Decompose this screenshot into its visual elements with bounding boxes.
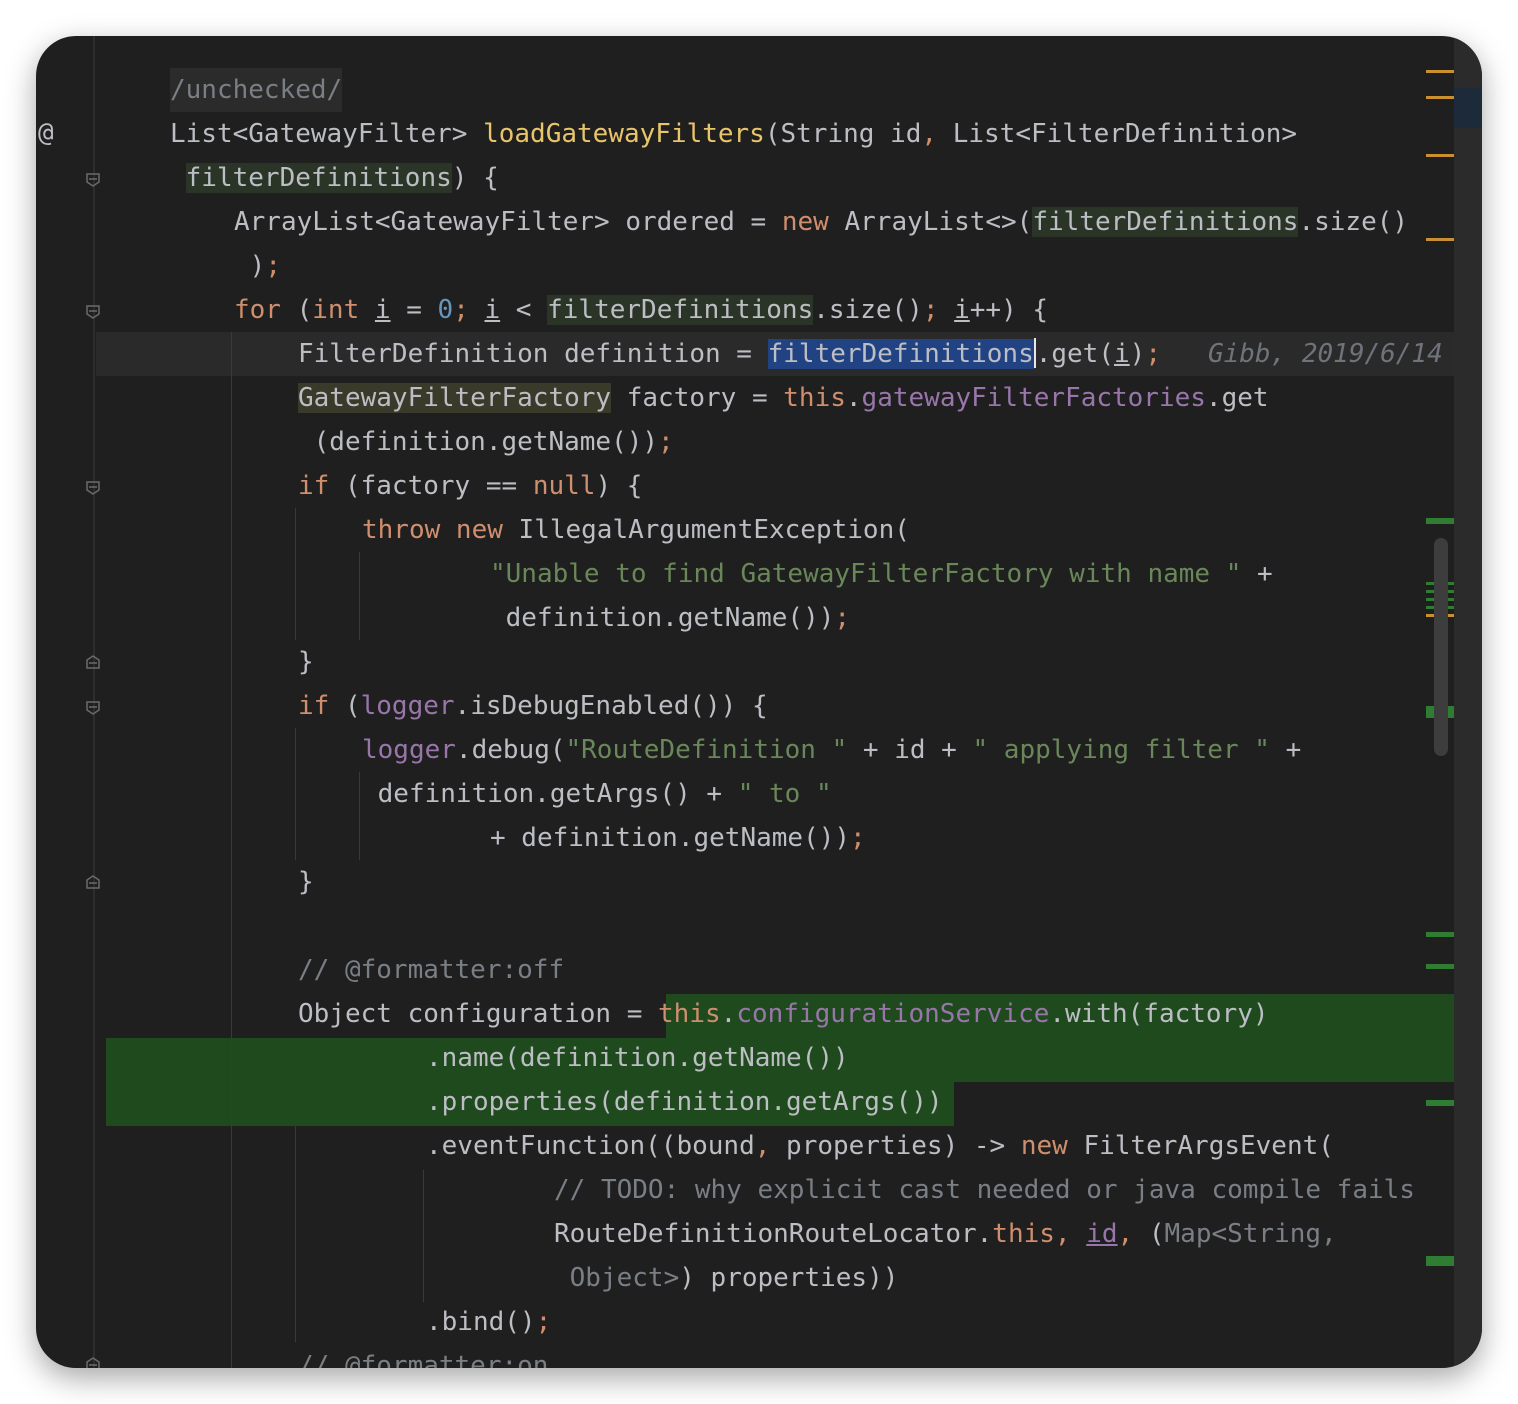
code-token: GatewayFilterFactory factory = this.gate…: [298, 383, 1269, 413]
code-token: );: [234, 251, 281, 281]
code-line[interactable]: // @formatter:off: [36, 948, 1454, 992]
code-line[interactable]: + definition.getName());: [36, 816, 1454, 860]
code-line[interactable]: logger.debug("RouteDefinition " + id + "…: [36, 728, 1454, 772]
code-line[interactable]: filterDefinitions) {: [36, 156, 1454, 200]
code-line[interactable]: if (factory == null) {: [36, 464, 1454, 508]
code-line[interactable]: .eventFunction((bound, properties) -> ne…: [36, 1124, 1454, 1168]
code-line[interactable]: }: [36, 640, 1454, 684]
blame-annotation[interactable]: Gibb, 2019/6/14: [1208, 339, 1443, 369]
code-line[interactable]: // @formatter:on: [36, 1344, 1454, 1368]
code-line[interactable]: if (logger.isDebugEnabled()) {: [36, 684, 1454, 728]
code-editor[interactable]: @ /unchecked/ List<GatewayFilter> loadGa…: [36, 36, 1482, 1368]
code-comment: // @formatter:off: [298, 955, 565, 985]
code-line[interactable]: "Unable to find GatewayFilterFactory wit…: [36, 552, 1454, 596]
code-token: if (factory == null) {: [298, 471, 643, 501]
code-token: "Unable to find GatewayFilterFactory wit…: [490, 559, 1273, 589]
code-token: List<GatewayFilter> loadGatewayFilters(S…: [170, 119, 1298, 149]
warning-marker[interactable]: [1426, 154, 1454, 157]
code-line[interactable]: .bind();: [36, 1300, 1454, 1344]
code-line[interactable]: ArrayList<GatewayFilter> ordered = new A…: [36, 200, 1454, 244]
warning-marker[interactable]: [1426, 238, 1454, 241]
code-token: FilterDefinition definition = filterDefi…: [298, 338, 1443, 369]
change-marker[interactable]: [1426, 1100, 1454, 1106]
code-line[interactable]: Object>) properties)): [36, 1256, 1454, 1300]
code-token: if (logger.isDebugEnabled()) {: [298, 691, 768, 721]
code-token: logger.debug("RouteDefinition " + id + "…: [362, 735, 1302, 765]
viewport-indicator: [1454, 88, 1482, 128]
code-line[interactable]: RouteDefinitionRouteLocator.this, id, (M…: [36, 1212, 1454, 1256]
code-line[interactable]: );: [36, 244, 1454, 288]
code-line[interactable]: /unchecked/: [36, 68, 1454, 112]
code-line[interactable]: definition.getName());: [36, 596, 1454, 640]
code-text: }: [298, 647, 314, 677]
code-line[interactable]: throw new IllegalArgumentException(: [36, 508, 1454, 552]
code-token: (definition.getName());: [298, 427, 674, 457]
code-token: .eventFunction((bound, properties) -> ne…: [426, 1131, 1334, 1161]
code-token: for (int i = 0; i < filterDefinitions.si…: [234, 295, 1049, 325]
code-line[interactable]: Object configuration = this.configuratio…: [36, 992, 1454, 1036]
change-marker[interactable]: [1426, 1256, 1454, 1266]
warning-marker[interactable]: [1426, 70, 1454, 73]
code-token: definition.getName());: [490, 603, 851, 633]
code-comment: // @formatter:on: [298, 1351, 549, 1368]
code-token: definition.getArgs() + " to ": [362, 779, 832, 809]
code-token: RouteDefinitionRouteLocator.this, id, (M…: [554, 1219, 1337, 1249]
code-line[interactable]: GatewayFilterFactory factory = this.gate…: [36, 376, 1454, 420]
code-line[interactable]: for (int i = 0; i < filterDefinitions.si…: [36, 288, 1454, 332]
change-marker[interactable]: [1426, 518, 1454, 524]
scrollbar-thumb[interactable]: [1434, 538, 1448, 756]
scrollbar-track[interactable]: [1426, 36, 1482, 1368]
code-text: .properties(definition.getArgs()): [426, 1087, 943, 1117]
code-text: }: [298, 867, 314, 897]
code-line[interactable]: }: [36, 860, 1454, 904]
warning-marker[interactable]: [1426, 96, 1454, 99]
code-text: /unchecked/: [170, 68, 343, 112]
code-line[interactable]: definition.getArgs() + " to ": [36, 772, 1454, 816]
code-line[interactable]: .name(definition.getName()): [36, 1036, 1454, 1080]
code-token: ArrayList<GatewayFilter> ordered = new A…: [234, 207, 1409, 237]
code-line[interactable]: // TODO: why explicit cast needed or jav…: [36, 1168, 1454, 1212]
code-token: Object configuration = this.configuratio…: [298, 999, 1269, 1029]
change-marker[interactable]: [1426, 932, 1454, 937]
code-comment: // TODO: why explicit cast needed or jav…: [554, 1175, 1415, 1205]
code-token: .bind();: [426, 1307, 552, 1337]
code-token: + definition.getName());: [490, 823, 866, 853]
code-line[interactable]: (definition.getName());: [36, 420, 1454, 464]
code-text: .name(definition.getName()): [426, 1043, 849, 1073]
code-token: Object>) properties)): [569, 1263, 899, 1293]
change-marker[interactable]: [1426, 964, 1454, 969]
code-token: filterDefinitions) {: [185, 163, 499, 193]
code-line[interactable]: List<GatewayFilter> loadGatewayFilters(S…: [36, 112, 1454, 156]
code-line[interactable]: .properties(definition.getArgs()): [36, 1080, 1454, 1124]
code-line[interactable]: FilterDefinition definition = filterDefi…: [36, 332, 1454, 376]
code-token: throw new IllegalArgumentException(: [362, 515, 910, 545]
